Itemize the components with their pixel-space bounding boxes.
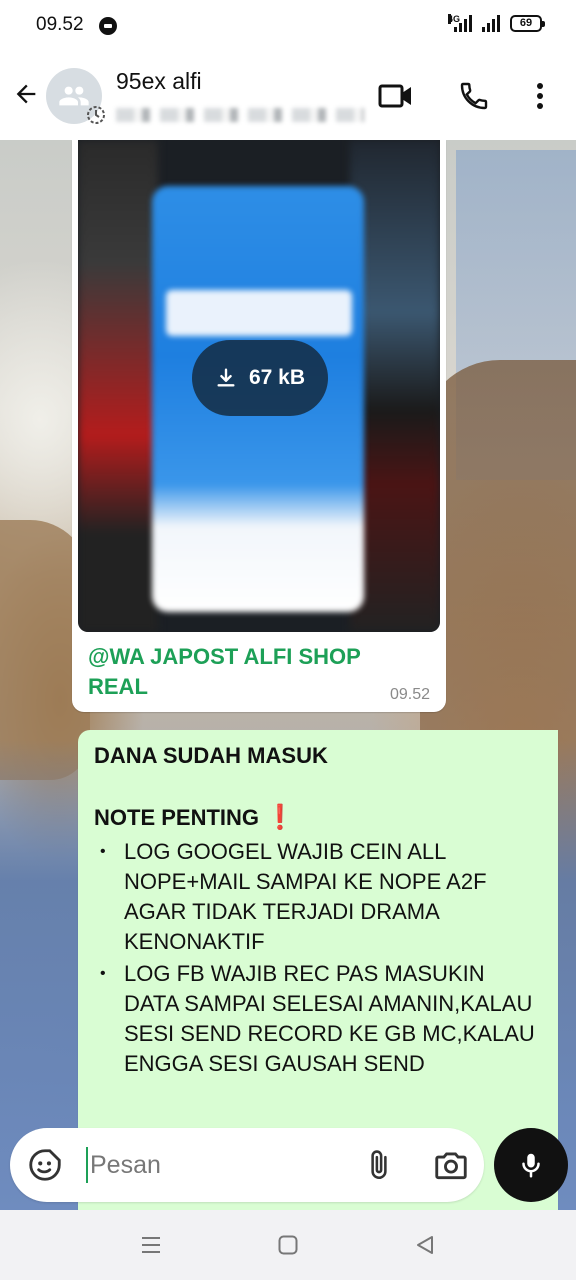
back-nav-button[interactable]: [410, 1230, 440, 1260]
back-triangle-icon: [417, 1236, 433, 1254]
redacted-subtitle: [116, 108, 364, 122]
recents-button[interactable]: [136, 1230, 166, 1260]
message-composer: [10, 1128, 484, 1202]
image-thumbnail[interactable]: 67 kB: [78, 140, 440, 632]
status-indicators: 4G 69: [448, 14, 545, 32]
attach-icon[interactable]: [362, 1146, 396, 1184]
status-bar: 09.52 4G 69: [0, 0, 576, 52]
text-caret: [86, 1147, 88, 1183]
video-call-icon: [378, 84, 411, 108]
notification-app-icon: [99, 17, 117, 35]
note-title: NOTE PENTING: [94, 805, 260, 830]
incoming-image-message[interactable]: 67 kB @WA JAPOST ALFI SHOP REAL 09.52: [72, 140, 446, 712]
battery-level: 69: [519, 16, 533, 29]
list-item: LOG GOOGEL WAJIB CEIN ALL NOPE+MAIL SAMP…: [94, 837, 544, 957]
home-square-icon: [278, 1235, 298, 1255]
contact-name[interactable]: 95ex alfi: [116, 68, 202, 95]
note-heading: NOTE PENTING ❗: [94, 802, 544, 833]
message-input[interactable]: [90, 1142, 350, 1188]
back-arrow-icon: [16, 84, 36, 104]
voice-call-button[interactable]: [454, 76, 494, 116]
system-nav-bar: [0, 1210, 576, 1280]
back-button[interactable]: [8, 76, 44, 112]
status-time: 09.52: [36, 14, 84, 35]
thumbnail-blur: [78, 140, 158, 632]
download-button[interactable]: 67 kB: [192, 340, 328, 416]
contact-subtitle: [84, 102, 364, 128]
list-item: LOG FB WAJIB REC PAS MASUKIN DATA SAMPAI…: [94, 959, 544, 1079]
chat-header: 95ex alfi: [0, 52, 576, 140]
voice-record-button[interactable]: [494, 1128, 568, 1202]
thumbnail-blur: [166, 290, 352, 336]
home-button[interactable]: [273, 1230, 303, 1260]
voice-call-icon: [460, 82, 488, 110]
more-vert-icon: [537, 83, 543, 109]
network-type-label: 4G: [448, 14, 461, 24]
message-line: DANA SUDAH MASUK: [94, 743, 328, 768]
download-size: 67 kB: [248, 366, 306, 389]
battery-icon: 69: [510, 14, 545, 32]
message-caption: @WA JAPOST ALFI SHOP REAL: [88, 644, 361, 699]
more-options-button[interactable]: [520, 76, 560, 116]
signal-4g-icon: 4G: [448, 14, 472, 32]
message-time: 09.52: [389, 686, 430, 703]
camera-icon[interactable]: [432, 1146, 470, 1184]
mic-icon: [522, 1153, 540, 1178]
menu-lines-icon: [142, 1237, 160, 1253]
exclamation-icon: ❗: [265, 804, 295, 831]
signal-strength-icon: [482, 14, 500, 32]
chat-area[interactable]: 67 kB @WA JAPOST ALFI SHOP REAL 09.52 DA…: [0, 140, 576, 1210]
message-body: DANA SUDAH MASUK NOTE PENTING ❗ LOG GOOG…: [94, 740, 544, 1081]
note-list: LOG GOOGEL WAJIB CEIN ALL NOPE+MAIL SAMP…: [94, 837, 544, 1079]
video-call-button[interactable]: [376, 76, 416, 116]
disappearing-timer-icon: [87, 106, 105, 124]
download-icon: [217, 368, 235, 387]
sticker-icon[interactable]: [26, 1146, 64, 1184]
